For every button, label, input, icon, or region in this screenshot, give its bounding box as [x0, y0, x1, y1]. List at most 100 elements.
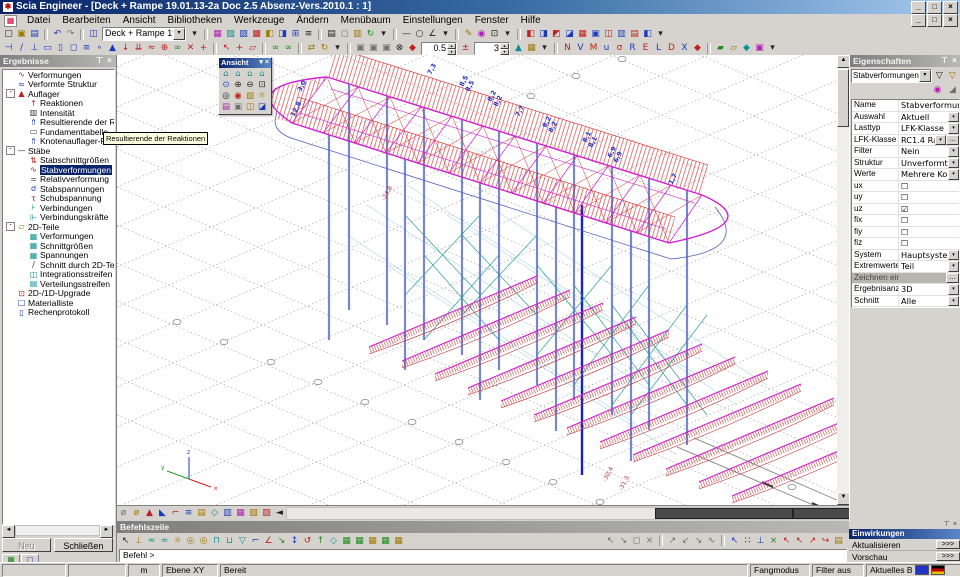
property-value[interactable]: ☐	[899, 181, 959, 192]
mesh-settings-icon[interactable]: ▦	[525, 42, 538, 54]
view-z-direction-icon[interactable]: ⌂	[256, 69, 268, 80]
property-row[interactable]: Filter Nein ▾	[852, 146, 959, 158]
menu-item[interactable]: Fenster	[469, 14, 515, 27]
results-normal-force-icon[interactable]: N	[561, 42, 574, 54]
menu-item[interactable]: Einstellungen	[397, 14, 469, 27]
shaded-toggle-icon[interactable]: ø	[130, 507, 143, 519]
window-view-icon[interactable]: ◫	[602, 28, 615, 40]
combinations-icon[interactable]: ▧	[224, 28, 237, 40]
active-setting-combobox[interactable]: Deck + Rampe 19.01 ▾	[102, 27, 186, 41]
doc-restore-button[interactable]: □	[927, 14, 942, 27]
menu-item[interactable]: Ansicht	[117, 14, 162, 27]
intersection-icon[interactable]: ◆	[406, 42, 419, 54]
select-polygon-icon[interactable]: ▱	[246, 42, 259, 54]
scroll-right-icon[interactable]: ►	[100, 525, 113, 538]
wireframe-mode-icon[interactable]: ▱	[727, 42, 740, 54]
ellipsis-button[interactable]: ...	[946, 273, 959, 284]
select-inverse-icon[interactable]: ↙	[679, 535, 692, 547]
tree-item[interactable]: ◫ Integrationsstreifen	[3, 270, 114, 280]
color-palette-icon[interactable]: ◉	[931, 84, 944, 96]
menu-item[interactable]: Hilfe	[515, 14, 547, 27]
zoom-in-icon[interactable]: ⊕	[232, 80, 244, 91]
save-view-icon[interactable]: ▣	[232, 102, 244, 113]
menu-item[interactable]: Datei	[21, 14, 56, 27]
select-previous-icon[interactable]: ↗	[666, 535, 679, 547]
moment-load-icon[interactable]: ⊕	[158, 42, 171, 54]
opening-icon[interactable]: ◻	[67, 42, 80, 54]
view-toolbar-header[interactable]: Ansicht ▾ ×	[219, 58, 271, 68]
wireframe-toggle-icon[interactable]: ø	[117, 507, 130, 519]
window-view-icon[interactable]: ◨	[537, 28, 550, 40]
select-add-icon[interactable]: +	[233, 42, 246, 54]
scrollbar-thumb[interactable]	[655, 508, 793, 519]
deselect-icon[interactable]: ×	[643, 535, 656, 547]
action-run-button[interactable]: >>>	[936, 552, 960, 561]
close-button[interactable]: ×	[943, 1, 958, 14]
menu-item[interactable]: Werkzeuge	[228, 14, 290, 27]
project-window-icon[interactable]: ◫	[87, 28, 100, 40]
raster-icon[interactable]: ⊞	[289, 28, 302, 40]
support-command-icon[interactable]: ⊥	[132, 535, 145, 547]
property-value[interactable]: 3D	[899, 284, 948, 295]
layout-manager-icon[interactable]: ◨	[276, 28, 289, 40]
filter-icon[interactable]: ▽	[946, 70, 959, 82]
zoom-selection-icon[interactable]: ◉	[232, 91, 244, 102]
property-row[interactable]: Extremwerte Teil ▾	[852, 261, 959, 273]
tree-item[interactable]: ▥ Intensität	[3, 108, 114, 118]
preview-icon[interactable]: ◢	[946, 84, 959, 96]
layers-display-icon[interactable]: ▧	[247, 507, 260, 519]
connect-members-icon[interactable]: ∞	[269, 42, 282, 54]
gallery-icon[interactable]: ◧	[263, 28, 276, 40]
view-settings-icon[interactable]: ◫	[244, 102, 256, 113]
select-curve-icon[interactable]: ∿	[705, 535, 718, 547]
property-row[interactable]: Name Stabverformungen	[852, 100, 959, 112]
transparency-icon[interactable]: ◇	[208, 507, 221, 519]
plate-icon[interactable]: ▭	[41, 42, 54, 54]
doc-close-button[interactable]: ×	[943, 14, 958, 27]
surface-load-command-icon[interactable]: ≈	[158, 535, 171, 547]
node-icon[interactable]: ⊣	[2, 42, 15, 54]
property-set-combobox[interactable]: Stabverformungen ▾	[851, 69, 932, 83]
more-dropdown-icon[interactable]: ▾	[331, 42, 344, 54]
tree-item[interactable]: ▦ Verformungen	[3, 232, 114, 242]
dropdown-arrow-icon[interactable]: ▾	[948, 284, 959, 295]
pin-icon[interactable]: ⊤	[95, 55, 104, 67]
chevron-down-icon[interactable]: ▾	[919, 70, 931, 82]
model-viewport[interactable]: 3,012,87,38,58,58,28,27,78,28,28,18,16,9…	[117, 55, 837, 505]
loads-display-icon[interactable]: ◣	[156, 507, 169, 519]
property-value[interactable]: ☐	[899, 238, 959, 249]
surface-load-icon[interactable]: ≈	[145, 42, 158, 54]
image-export-icon[interactable]: ▥	[351, 28, 364, 40]
property-row[interactable]: Auswahl Aktuell ▾	[852, 112, 959, 124]
render-settings-icon[interactable]: ◪	[256, 102, 268, 113]
property-row[interactable]: uy ☐	[852, 192, 959, 204]
property-value[interactable]: ☐	[899, 215, 959, 226]
tree-horizontal-scrollbar[interactable]: ◄ ►	[2, 525, 113, 536]
status-snap-mode[interactable]: Fangmodus	[750, 564, 810, 577]
property-row[interactable]: Lasttyp LFK-Klasse ▾	[852, 123, 959, 135]
scroll-left-icon[interactable]: ◄	[2, 525, 15, 538]
select-single-icon[interactable]: ↖	[604, 535, 617, 547]
scrollbar-track[interactable]	[15, 525, 100, 536]
circle-tool-icon[interactable]: ○	[413, 28, 426, 40]
property-row[interactable]: fiz ☐	[852, 238, 959, 250]
tree-item[interactable]: ⇅ Stabschnittgrößen	[3, 156, 114, 166]
dropdown-arrow-icon[interactable]: ▾	[948, 158, 959, 169]
command-input[interactable]: Befehl >	[119, 549, 847, 562]
doc-minimize-button[interactable]: _	[911, 14, 926, 27]
status-units[interactable]: m	[128, 564, 160, 577]
viewport-horizontal-scrollbar[interactable]	[286, 507, 849, 520]
more-dropdown-icon[interactable]: ▾	[439, 28, 452, 40]
circle-command-icon[interactable]: ◎	[184, 535, 197, 547]
table-summary-icon[interactable]: ▦	[392, 535, 405, 547]
tree-item[interactable]: ⊦ Verbindungen	[3, 203, 114, 213]
window-view-icon[interactable]: ◧	[641, 28, 654, 40]
property-value[interactable]: ☐	[899, 227, 959, 238]
restore-button[interactable]: □	[927, 1, 942, 14]
tree-item[interactable]: ▤ Verteilungsstreifen	[3, 279, 114, 289]
light-icon[interactable]: ☼	[256, 91, 268, 102]
dropdown-arrow-icon[interactable]: ▾	[948, 112, 959, 123]
results-envelope-icon[interactable]: E	[639, 42, 652, 54]
action-run-button[interactable]: >>>	[936, 540, 960, 549]
insert-node-icon[interactable]: +	[197, 42, 210, 54]
